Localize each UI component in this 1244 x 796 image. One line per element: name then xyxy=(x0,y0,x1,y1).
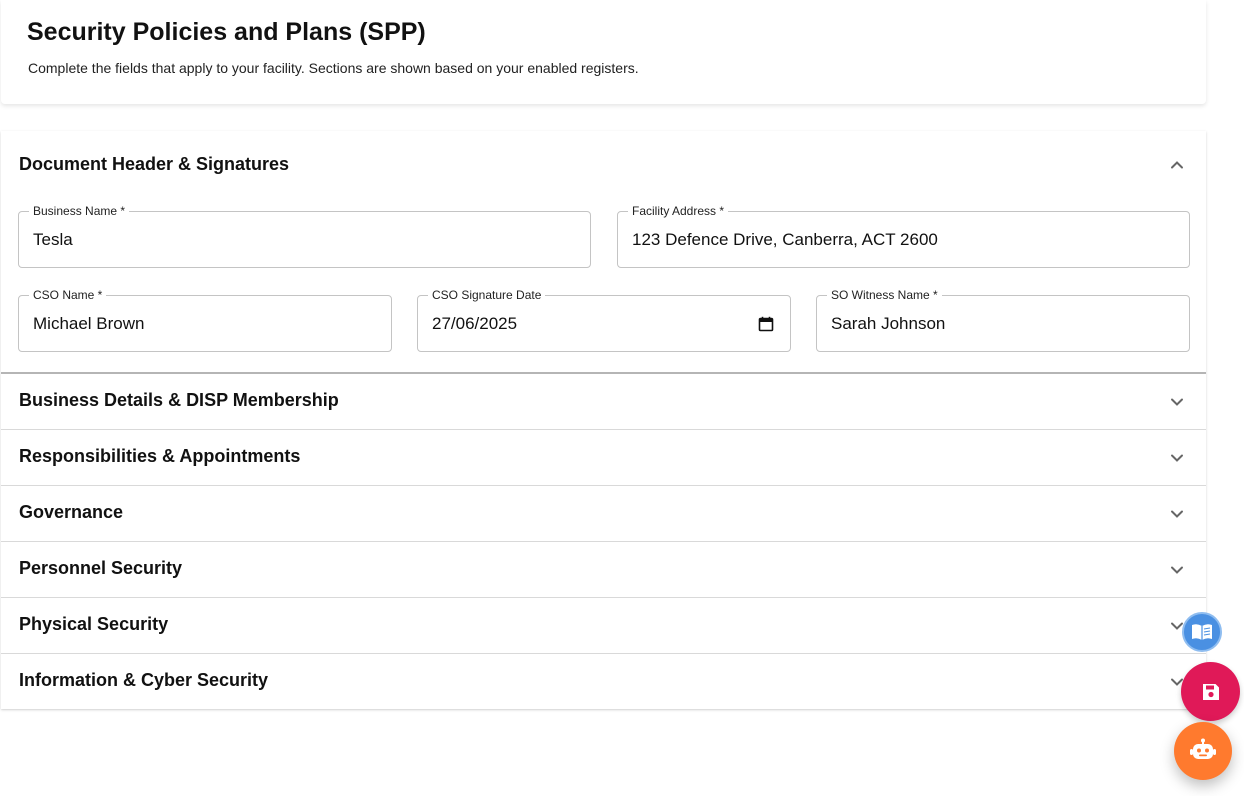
section-title: Physical Security xyxy=(19,614,169,634)
section-document-header: Document Header & Signatures Business Na… xyxy=(1,131,1206,374)
business-name-label: Business Name * xyxy=(29,203,130,219)
section-title: Governance xyxy=(19,502,124,522)
section-information-cyber-security[interactable]: Information & Cyber Security xyxy=(1,654,1206,709)
section-title[interactable]: Document Header & Signatures xyxy=(19,154,289,175)
so-witness-name-label: SO Witness Name * xyxy=(827,287,942,303)
robot-icon xyxy=(1190,738,1216,759)
section-business-details[interactable]: Business Details & DISP Membership xyxy=(1,374,1206,430)
section-title: Responsibilities & Appointments xyxy=(19,446,301,466)
section-title: Personnel Security xyxy=(19,558,183,578)
chevron-down-icon[interactable] xyxy=(1170,395,1184,409)
calendar-icon[interactable] xyxy=(758,316,774,332)
chevron-up-icon[interactable] xyxy=(1170,158,1184,172)
cso-signature-date-value[interactable]: 27/06/2025 xyxy=(432,314,517,334)
cso-signature-date-label: CSO Signature Date xyxy=(428,287,546,303)
facility-address-field[interactable]: Facility Address * 123 Defence Drive, Ca… xyxy=(617,203,1190,268)
so-witness-name-field[interactable]: SO Witness Name * Sarah Johnson xyxy=(816,287,1190,352)
section-title: Information & Cyber Security xyxy=(19,670,269,690)
chevron-down-icon[interactable] xyxy=(1170,563,1184,577)
chevron-down-icon[interactable] xyxy=(1170,507,1184,521)
cso-name-value[interactable]: Michael Brown xyxy=(33,314,145,334)
page-header: Security Policies and Plans (SPP) Comple… xyxy=(1,0,1206,104)
section-personnel-security[interactable]: Personnel Security xyxy=(1,542,1206,598)
page-title: Security Policies and Plans (SPP) xyxy=(27,18,426,46)
cso-signature-date-field[interactable]: CSO Signature Date 27/06/2025 xyxy=(417,287,791,352)
facility-address-value[interactable]: 123 Defence Drive, Canberra, ACT 2600 xyxy=(632,230,938,250)
section-physical-security[interactable]: Physical Security xyxy=(1,598,1206,654)
spp-accordion: Document Header & Signatures Business Na… xyxy=(1,131,1206,709)
save-button[interactable] xyxy=(1181,662,1240,721)
assistant-bot-button[interactable] xyxy=(1174,722,1232,780)
section-governance[interactable]: Governance xyxy=(1,486,1206,542)
facility-address-label: Facility Address * xyxy=(628,203,729,219)
so-witness-name-value[interactable]: Sarah Johnson xyxy=(831,314,945,334)
cso-name-field[interactable]: CSO Name * Michael Brown xyxy=(18,287,392,352)
business-name-value[interactable]: Tesla xyxy=(33,230,73,250)
page-subtitle: Complete the fields that apply to your f… xyxy=(28,60,639,76)
section-responsibilities[interactable]: Responsibilities & Appointments xyxy=(1,430,1206,486)
chevron-down-icon[interactable] xyxy=(1170,451,1184,465)
floppy-disk-icon xyxy=(1202,683,1219,700)
open-book-icon xyxy=(1192,624,1212,640)
business-name-field[interactable]: Business Name * Tesla xyxy=(18,203,591,268)
cso-name-label: CSO Name * xyxy=(29,287,107,303)
section-title: Business Details & DISP Membership xyxy=(19,390,339,410)
guide-button[interactable] xyxy=(1182,612,1222,652)
